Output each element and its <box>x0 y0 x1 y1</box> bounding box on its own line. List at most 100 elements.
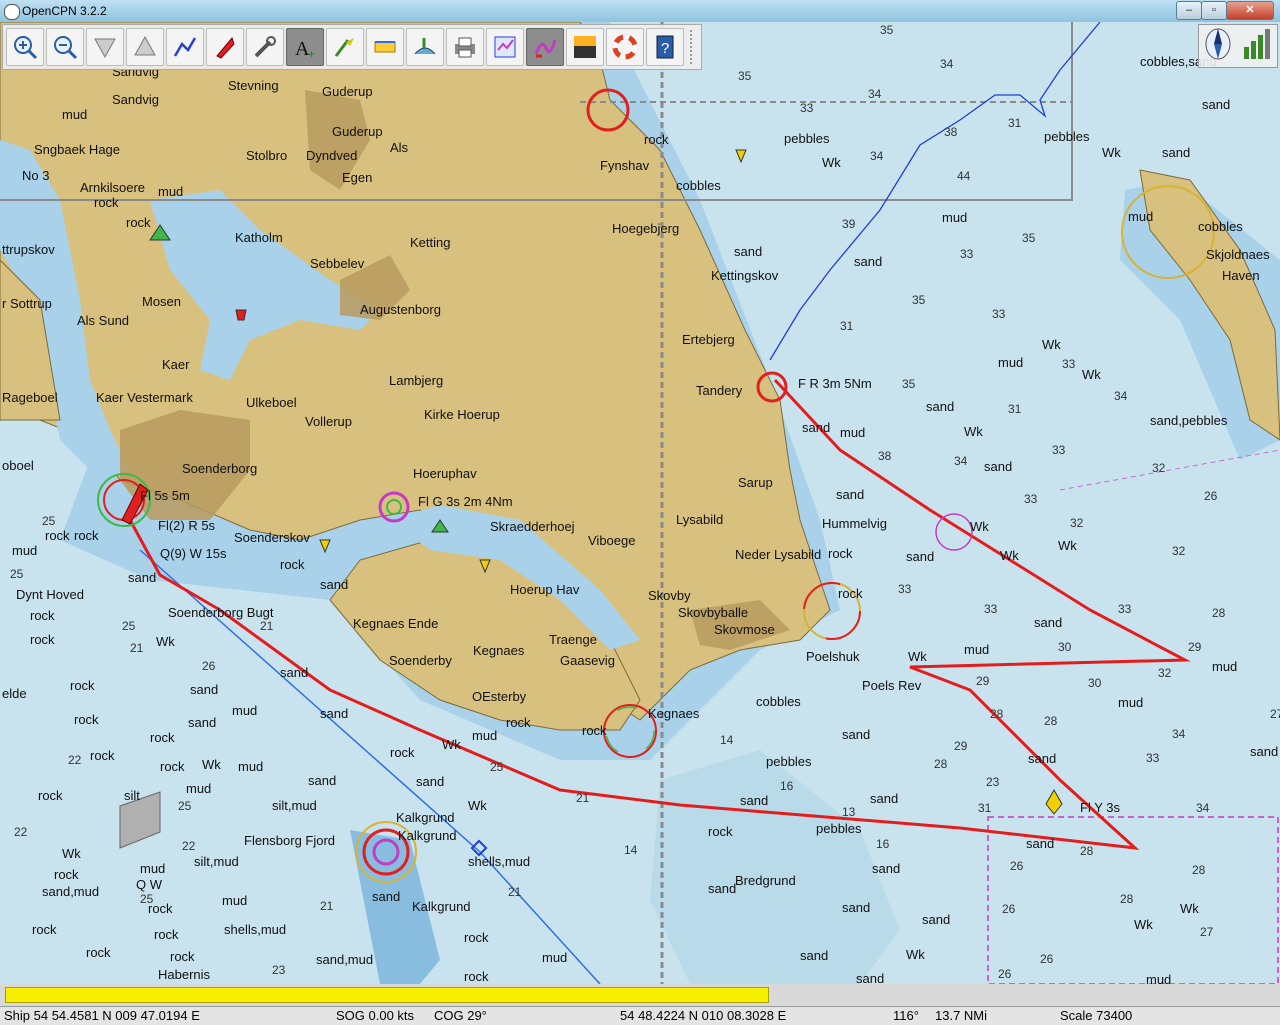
seabed-label: sand <box>802 420 830 435</box>
depth-label: 21 <box>320 899 334 913</box>
depth-label: 27 <box>1200 925 1214 939</box>
print-icon[interactable] <box>446 28 484 66</box>
place-label: Sandvig <box>112 92 159 107</box>
settings-icon[interactable] <box>246 28 284 66</box>
place-label: Flensborg Fjord <box>244 833 335 848</box>
seabed-label: sand,mud <box>316 952 373 967</box>
place-label: Skraedderhoej <box>490 519 575 534</box>
tide-icon[interactable] <box>366 28 404 66</box>
place-label: Stevning <box>228 78 279 93</box>
seabed-label: rock <box>160 759 185 774</box>
seabed-label: rock <box>150 730 175 745</box>
close-button[interactable]: ✕ <box>1226 1 1274 20</box>
seabed-label: rock <box>708 824 733 839</box>
minimize-button[interactable]: – <box>1176 1 1202 20</box>
seabed-label: sand <box>1202 97 1230 112</box>
seabed-label: rock <box>74 528 99 543</box>
depth-label: 25 <box>178 799 192 813</box>
seabed-label: rock <box>32 922 57 937</box>
seabed-label: sand <box>320 706 348 721</box>
depth-label: 34 <box>940 57 954 71</box>
seabed-label: mud <box>542 950 567 965</box>
chart-canvas[interactable]: Sandvig Sandvig Stevning Guderup Guderup Dynd… <box>0 22 1280 984</box>
place-label: F R 3m 5Nm <box>798 376 872 391</box>
color-scheme-icon[interactable] <box>566 28 604 66</box>
ship-position: Ship 54 54.4581 N 009 47.0194 E <box>4 1008 200 1023</box>
place-label: Vollerup <box>305 414 352 429</box>
route-icon[interactable] <box>166 28 204 66</box>
app-icon <box>4 4 20 20</box>
track-icon[interactable] <box>526 28 564 66</box>
text-icon[interactable]: A + <box>286 28 324 66</box>
seabed-label: Wk <box>1082 367 1101 382</box>
seabed-label: mud <box>222 893 247 908</box>
depth-label: 21 <box>130 641 144 655</box>
ship-cog: COG 29° <box>434 1008 487 1023</box>
seabed-label: sand <box>734 244 762 259</box>
seabed-label: pebbles <box>816 821 862 836</box>
current-tide-icon[interactable] <box>326 28 364 66</box>
depth-label: 26 <box>1002 902 1016 916</box>
place-label: Traenge <box>549 632 597 647</box>
compass-icon[interactable] <box>1204 27 1232 66</box>
place-label: Kalkgrund <box>412 899 471 914</box>
auto-follow-icon[interactable] <box>206 28 244 66</box>
depth-label: 38 <box>944 125 958 139</box>
nautical-chart[interactable]: SandvigSandvigStevning GuderupGuderupDynd… <box>0 22 1280 984</box>
place-label: Rageboel <box>2 390 58 405</box>
place-label: Als <box>390 140 409 155</box>
seabed-label: sand <box>842 900 870 915</box>
seabed-label: rock <box>464 930 489 945</box>
depth-label: 14 <box>624 843 638 857</box>
seabed-label: Wk <box>1180 901 1199 916</box>
depth-label: 34 <box>954 454 968 468</box>
seabed-label: sand <box>854 254 882 269</box>
place-label: Dynt Hoved <box>16 587 84 602</box>
seabed-label: rock <box>828 546 853 561</box>
zoom-in-icon[interactable] <box>6 28 44 66</box>
svg-text:+: + <box>308 47 315 60</box>
seabed-label: sand <box>870 791 898 806</box>
place-label: Kaer Vestermark <box>96 390 193 405</box>
depth-label: 13 <box>842 805 856 819</box>
seabed-label: sand <box>128 570 156 585</box>
seabed-label: mud <box>238 759 263 774</box>
depth-label: 32 <box>1172 544 1186 558</box>
route-manager-icon[interactable] <box>486 28 524 66</box>
depth-label: 35 <box>912 293 926 307</box>
scale-down-icon[interactable] <box>86 28 124 66</box>
window-title: OpenCPN 3.2.2 <box>22 4 107 18</box>
seabed-label: pebbles <box>784 131 830 146</box>
place-label: Guderup <box>322 84 373 99</box>
seabed-label: sand <box>1028 751 1056 766</box>
seabed-label: sand <box>856 971 884 984</box>
depth-label: 33 <box>984 602 998 616</box>
place-label: Fl(2) R 5s <box>158 518 216 533</box>
chart-scale: Scale 73400 <box>1060 1008 1133 1023</box>
place-label: Hoeruphav <box>413 466 477 481</box>
red-buoy-icon[interactable] <box>235 309 247 321</box>
place-label: oboel <box>2 458 34 473</box>
depth-label: 28 <box>934 757 948 771</box>
title-bar: OpenCPN 3.2.2 – ▫ ✕ <box>0 0 1280 23</box>
seabed-label: sand <box>372 889 400 904</box>
place-label: Gaasevig <box>560 653 615 668</box>
toolbar-grip[interactable] <box>690 30 698 64</box>
place-label: Hoerup Hav <box>510 582 580 597</box>
place-label: Ulkeboel <box>246 395 297 410</box>
depth-label: 28 <box>1212 606 1226 620</box>
help-icon[interactable]: ? <box>646 28 684 66</box>
signal-icon[interactable] <box>1242 27 1272 66</box>
maximize-button[interactable]: ▫ <box>1201 1 1227 20</box>
place-label: Soenderskov <box>234 530 310 545</box>
scale-up-icon[interactable] <box>126 28 164 66</box>
depth-label: 44 <box>957 169 971 183</box>
place-label: Skovbyballe <box>678 605 748 620</box>
place-label: Skovmose <box>714 622 775 637</box>
mob-icon[interactable] <box>606 28 644 66</box>
current-icon[interactable] <box>406 28 444 66</box>
place-label: Haven <box>1222 268 1260 283</box>
zoom-out-icon[interactable] <box>46 28 84 66</box>
place-label: Sngbaek Hage <box>34 142 120 157</box>
place-label: Arnkilsoere <box>80 180 145 195</box>
